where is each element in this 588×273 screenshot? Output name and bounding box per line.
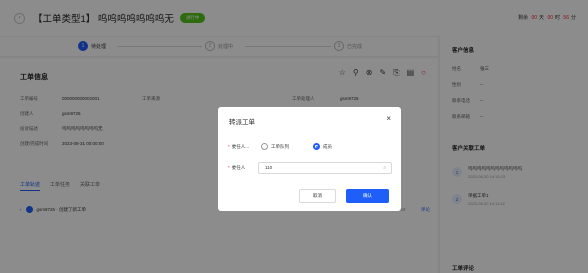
dialog-title: 转派工单 <box>229 119 255 126</box>
assignee-input[interactable]: 110 ⌕ <box>258 162 392 174</box>
confirm-button[interactable]: 确认 <box>346 189 389 203</box>
radio-circle[interactable] <box>261 143 268 150</box>
transfer-ticket-dialog: 转派工单 × * 委任人... 工单队列 成员 * 委任人 110 ⌕ 取消 确认 <box>218 107 401 211</box>
assignee-label: * 委任人 <box>228 165 246 170</box>
search-icon[interactable]: ⌕ <box>383 165 386 171</box>
assign-type-label: * 委任人... <box>228 144 250 149</box>
radio-circle-checked[interactable] <box>313 143 320 150</box>
radio-member[interactable]: 成员 <box>313 143 332 150</box>
cancel-button[interactable]: 取消 <box>299 189 336 203</box>
radio-team-queue[interactable]: 工单队列 <box>261 143 289 150</box>
close-icon[interactable]: × <box>386 114 391 123</box>
